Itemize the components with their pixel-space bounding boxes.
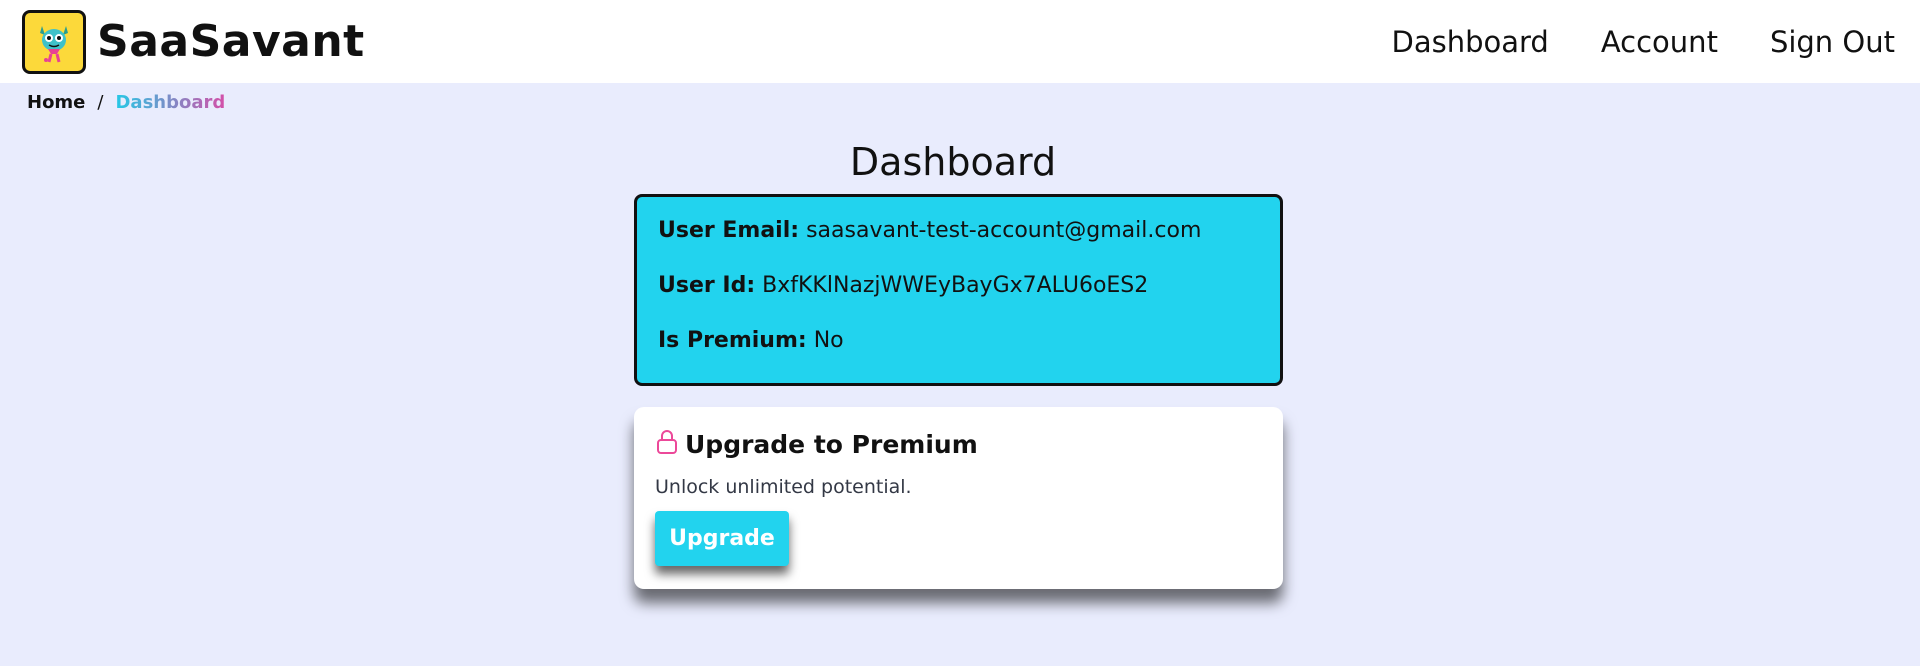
user-info-card: User Email: saasavant-test-account@gmail…	[634, 194, 1283, 386]
is-premium-row: Is Premium: No	[658, 327, 1280, 355]
breadcrumb: Home / Dashboard	[27, 92, 225, 113]
breadcrumb-home-link[interactable]: Home	[27, 92, 85, 113]
lock-icon	[655, 429, 679, 459]
is-premium-value: No	[813, 328, 844, 353]
user-email-value: saasavant-test-account@gmail.com	[806, 218, 1202, 243]
page-title: Dashboard	[849, 140, 1057, 184]
monster-mascot-icon	[22, 9, 86, 74]
breadcrumb-current: Dashboard	[115, 92, 226, 113]
upgrade-description: Unlock unlimited potential.	[655, 476, 912, 498]
nav-account-link[interactable]: Account	[1601, 25, 1718, 59]
upgrade-button[interactable]: Upgrade	[655, 511, 789, 566]
upgrade-title: Upgrade to Premium	[685, 429, 978, 459]
user-email-row: User Email: saasavant-test-account@gmail…	[658, 217, 1280, 245]
top-navbar: SaaSavant Dashboard Account Sign Out	[0, 0, 1920, 83]
user-id-label: User Id:	[658, 273, 756, 298]
brand-name: SaaSavant	[97, 16, 365, 67]
breadcrumb-separator: /	[97, 92, 104, 113]
upgrade-card: Upgrade to Premium Unlock unlimited pote…	[634, 407, 1283, 589]
upgrade-header: Upgrade to Premium	[655, 429, 1283, 459]
nav-sign-out-link[interactable]: Sign Out	[1770, 25, 1895, 59]
user-email-label: User Email:	[658, 218, 800, 243]
nav-dashboard-link[interactable]: Dashboard	[1392, 25, 1549, 59]
brand-link[interactable]: SaaSavant	[22, 9, 365, 74]
main-nav: Dashboard Account Sign Out	[1340, 25, 1896, 59]
user-id-row: User Id: BxfKKlNazjWWEyBayGx7ALU6oES2	[658, 272, 1280, 300]
user-id-value: BxfKKlNazjWWEyBayGx7ALU6oES2	[762, 273, 1149, 298]
is-premium-label: Is Premium:	[658, 328, 807, 353]
